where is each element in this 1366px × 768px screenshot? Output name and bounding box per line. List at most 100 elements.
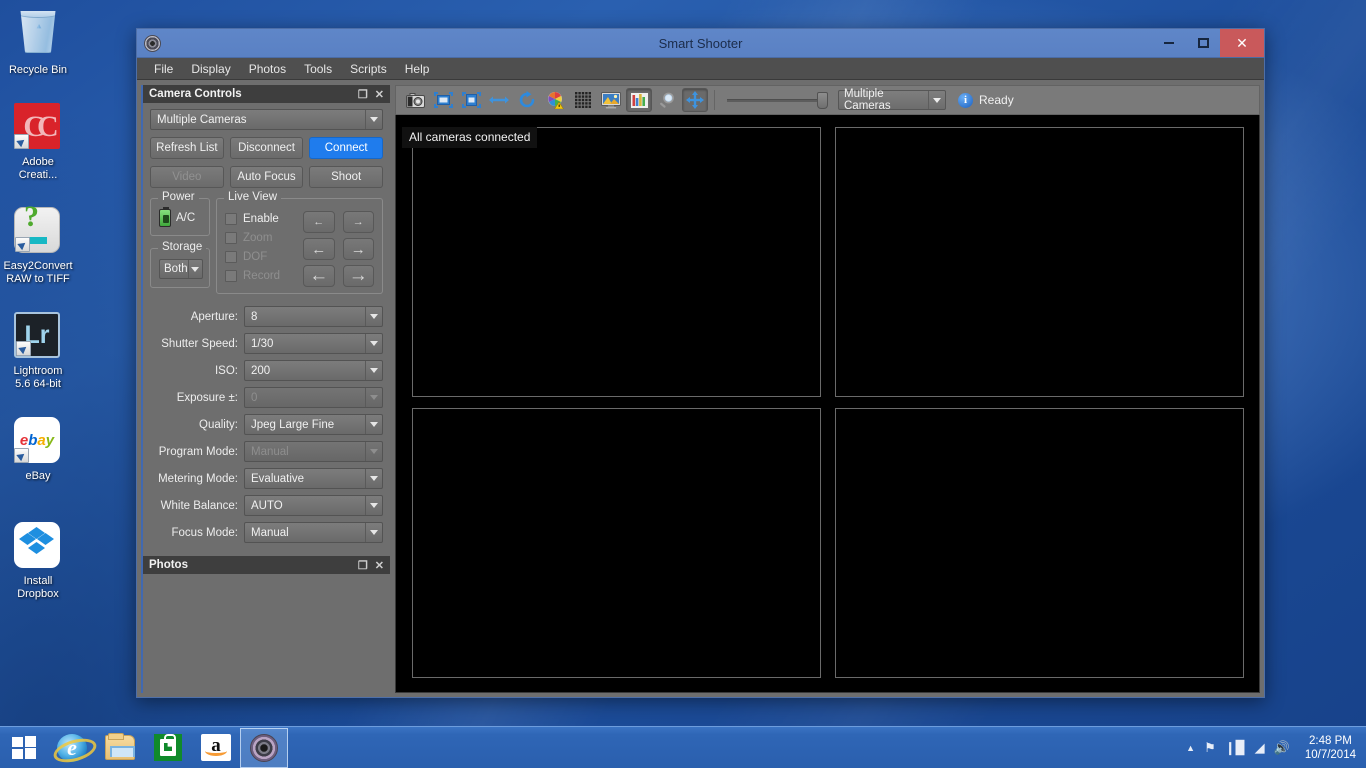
arrows-horizontal-icon[interactable] (486, 88, 512, 112)
white-balance-dropdown[interactable]: AUTO (244, 495, 383, 516)
chevron-down-icon[interactable] (187, 260, 202, 278)
desktop-icon-adobe-creative-cloud[interactable]: CC Adobe Creati... (0, 103, 80, 182)
auto-focus-button[interactable]: Auto Focus (229, 166, 304, 188)
color-wheel-icon[interactable] (542, 88, 568, 112)
monitor-image-icon[interactable] (598, 88, 624, 112)
chevron-down-icon[interactable] (365, 496, 382, 515)
live-view-zoom-checkbox[interactable]: Zoom (225, 232, 303, 244)
camera-pane-2[interactable] (835, 127, 1244, 397)
checkbox-icon[interactable] (225, 232, 237, 244)
video-button[interactable]: Video (150, 166, 224, 188)
desktop-icon-install-dropbox[interactable]: Install Dropbox (0, 522, 80, 601)
chevron-down-icon[interactable] (928, 91, 945, 109)
chevron-down-icon[interactable] (365, 110, 382, 129)
camera-select-dropdown[interactable]: Multiple Cameras (150, 109, 383, 130)
toolbar-camera-select[interactable]: Multiple Cameras (838, 88, 946, 112)
iso-dropdown[interactable]: 200 (244, 360, 383, 381)
chevron-down-icon[interactable] (365, 469, 382, 488)
battery-icon[interactable]: ❙▉ (1225, 740, 1246, 756)
action-flag-icon[interactable]: ⚑ (1204, 740, 1216, 756)
windows-store-taskbar-icon[interactable] (144, 728, 192, 768)
camera-pane-4[interactable] (835, 408, 1244, 678)
disconnect-button[interactable]: Disconnect (229, 137, 304, 159)
chevron-down-icon[interactable] (365, 415, 382, 434)
smart-shooter-taskbar-icon[interactable] (240, 727, 288, 768)
camera-pane-1[interactable] (412, 127, 821, 397)
setting-value: 8 (251, 310, 258, 323)
aperture-dropdown[interactable]: 8 (244, 306, 383, 327)
arrow-left-small-button[interactable]: ← (303, 211, 335, 233)
refresh-icon[interactable] (514, 88, 540, 112)
float-icon[interactable]: ❐ (358, 88, 368, 101)
menu-help[interactable]: Help (396, 59, 439, 79)
network-icon[interactable]: ◢ (1255, 740, 1265, 756)
internet-explorer-taskbar-icon[interactable] (48, 728, 96, 768)
connect-button[interactable]: Connect (309, 137, 384, 159)
chevron-down-icon[interactable] (365, 442, 382, 461)
live-view-enable-checkbox[interactable]: Enable (225, 213, 303, 225)
zoom-slider-track[interactable] (727, 98, 819, 102)
fit-width-icon[interactable] (458, 88, 484, 112)
zoom-slider[interactable] (727, 91, 828, 109)
menu-file[interactable]: File (145, 59, 182, 79)
fit-image-icon[interactable] (430, 88, 456, 112)
exposure-compensation-dropdown[interactable]: 0 (244, 387, 383, 408)
arrow-right-medium-button[interactable]: → (342, 238, 374, 260)
focus-mode-dropdown[interactable]: Manual (244, 522, 383, 543)
amazon-taskbar-icon[interactable]: a (192, 728, 240, 768)
camera-icon[interactable] (402, 88, 428, 112)
zoom-slider-thumb[interactable] (817, 91, 828, 109)
camera-pane-3[interactable] (412, 408, 821, 678)
desktop-icon-lightroom[interactable]: Lr Lightroom 5.6 64-bit (0, 312, 80, 391)
menu-tools[interactable]: Tools (295, 59, 341, 79)
menu-scripts[interactable]: Scripts (341, 59, 396, 79)
metering-mode-dropdown[interactable]: Evaluative (244, 468, 383, 489)
file-explorer-taskbar-icon[interactable] (96, 728, 144, 768)
grid-icon[interactable] (570, 88, 596, 112)
shutter-speed-dropdown[interactable]: 1/30 (244, 333, 383, 354)
shoot-button[interactable]: Shoot (309, 166, 384, 188)
chevron-down-icon[interactable] (365, 523, 382, 542)
pan-move-icon[interactable] (682, 88, 708, 112)
chevron-down-icon[interactable] (365, 361, 382, 380)
left-dock: Camera Controls ❐ ✕ Multiple Cameras Ref… (141, 85, 390, 693)
histogram-icon[interactable] (626, 88, 652, 112)
checkbox-icon[interactable] (225, 251, 237, 263)
storage-dropdown[interactable]: Both (159, 259, 203, 279)
menu-photos[interactable]: Photos (240, 59, 295, 79)
storage-group-label: Storage (158, 241, 207, 253)
chevron-down-icon[interactable] (365, 388, 382, 407)
photos-title: Photos (149, 559, 188, 571)
chevron-down-icon[interactable] (365, 307, 382, 326)
arrow-right-large-button[interactable]: → (342, 265, 374, 287)
arrow-left-medium-button[interactable]: ← (303, 238, 335, 260)
arrow-left-large-button[interactable]: ← (303, 265, 335, 287)
checkbox-icon[interactable] (225, 270, 237, 282)
store-bag-icon (154, 734, 182, 761)
quality-dropdown[interactable]: Jpeg Large Fine (244, 414, 383, 435)
storage-group: Storage Both (150, 241, 210, 288)
refresh-list-button[interactable]: Refresh List (150, 137, 224, 159)
photos-list[interactable] (143, 574, 390, 693)
checkbox-icon[interactable] (225, 213, 237, 225)
checkbox-label: Record (243, 270, 281, 282)
start-button[interactable] (0, 728, 48, 768)
close-icon[interactable]: ✕ (375, 559, 384, 572)
volume-icon[interactable]: 🔊 (1274, 740, 1290, 756)
menu-display[interactable]: Display (182, 59, 239, 79)
float-icon[interactable]: ❐ (358, 559, 368, 572)
clock[interactable]: 2:48 PM 10/7/2014 (1299, 734, 1356, 762)
magnifier-icon[interactable] (654, 88, 680, 112)
chevron-down-icon[interactable] (365, 334, 382, 353)
close-icon[interactable]: ✕ (375, 88, 384, 101)
live-view-dof-checkbox[interactable]: DOF (225, 251, 303, 263)
show-hidden-icons[interactable]: ▲ (1186, 743, 1195, 753)
live-view-record-checkbox[interactable]: Record (225, 270, 303, 282)
desktop-icon-recycle-bin[interactable]: Recycle Bin (0, 8, 80, 77)
battery-icon (159, 207, 171, 227)
program-mode-dropdown[interactable]: Manual (244, 441, 383, 462)
desktop-icon-easy2convert[interactable]: ? Easy2Convert RAW to TIFF (0, 202, 80, 286)
arrow-right-small-button[interactable]: → (342, 211, 374, 233)
desktop-icon-ebay[interactable]: ebay eBay (0, 417, 80, 483)
title-bar[interactable]: Smart Shooter ✕ (137, 29, 1264, 58)
